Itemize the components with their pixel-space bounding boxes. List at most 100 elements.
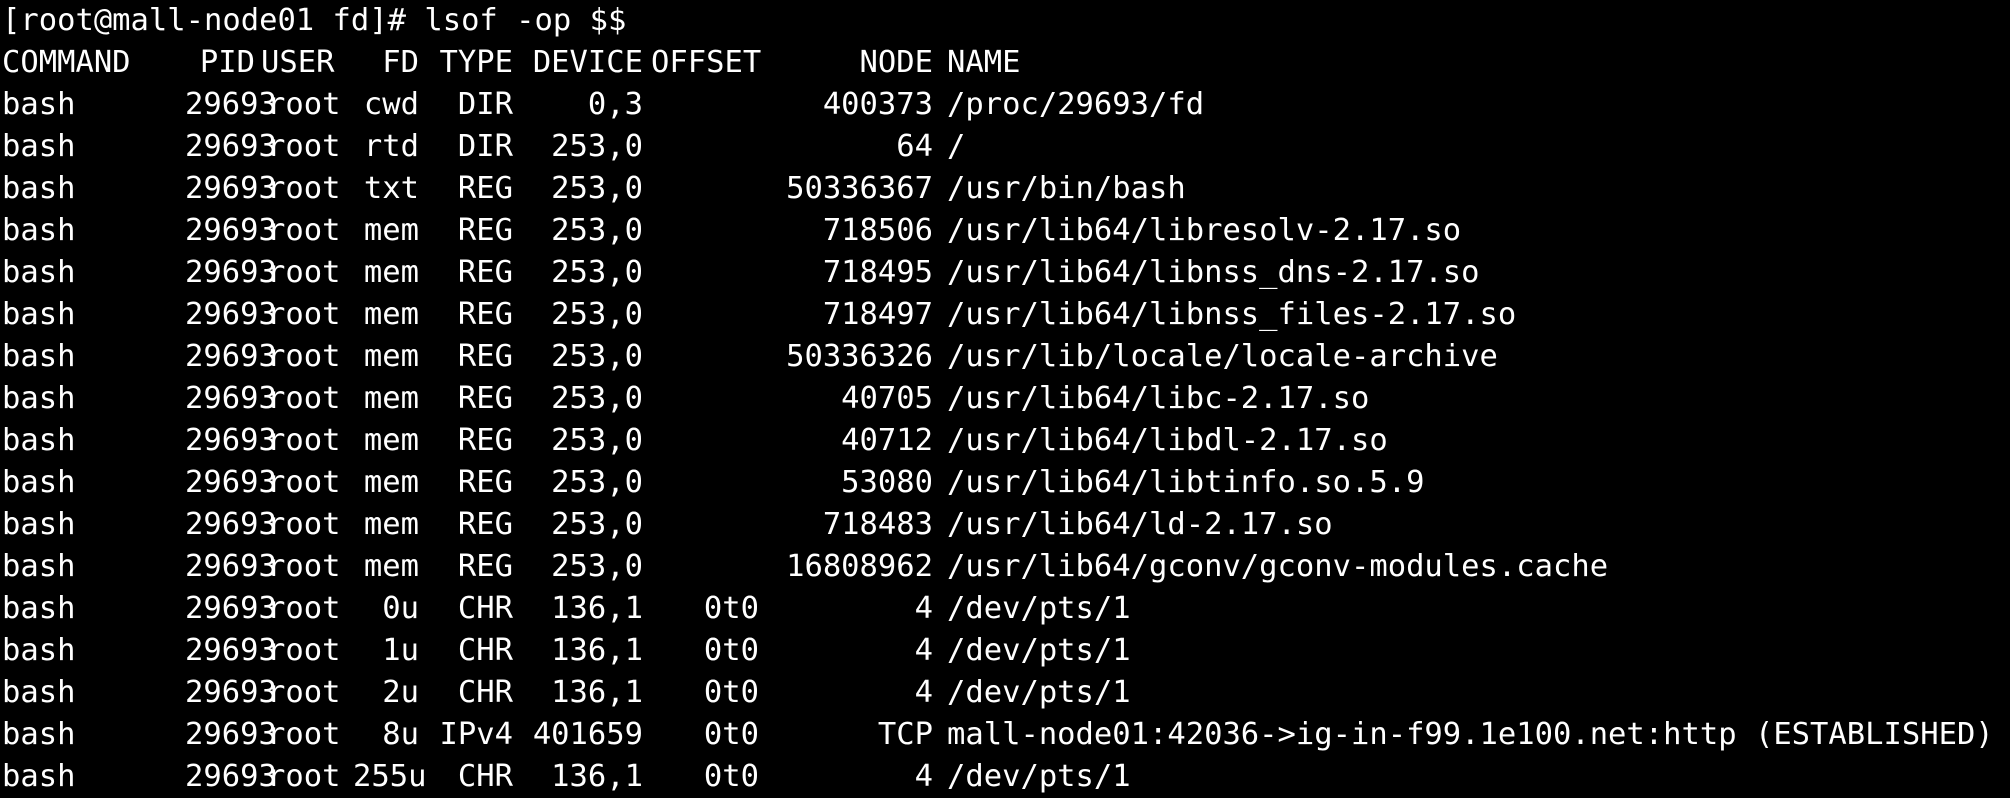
lsof-output-rows: bash 29693 root cwd DIR 0,3 400373/proc/29693/… <box>2 84 2010 798</box>
cell-offset: 0t0 <box>703 633 759 668</box>
cell-fd: mem <box>363 213 419 248</box>
cell-command: bash <box>2 87 76 122</box>
cell-command: bash <box>2 675 76 710</box>
table-row: bash 29693 root mem REG 253,0 40712/usr/lib64/… <box>2 420 2010 462</box>
cell-name: /usr/lib64/libnss_dns-2.17.so <box>947 255 1480 290</box>
cell-type: REG <box>457 507 513 542</box>
cell-fd: mem <box>363 255 419 290</box>
cell-type: REG <box>457 297 513 332</box>
cell-command: bash <box>2 381 76 416</box>
cell-user: root <box>267 507 341 542</box>
cell-device: 136,1 <box>551 675 643 710</box>
header-command: COMMAND <box>2 45 131 80</box>
cell-pid: 29693 <box>185 717 277 752</box>
cell-command: bash <box>2 213 76 248</box>
cell-node: 718483 <box>822 507 933 542</box>
cell-user: root <box>267 675 341 710</box>
cell-type: IPv4 <box>439 717 513 752</box>
cell-pid: 29693 <box>185 213 277 248</box>
cell-offset <box>651 126 771 168</box>
cell-fd: mem <box>363 297 419 332</box>
cell-user: root <box>267 423 341 458</box>
cell-device: 253,0 <box>551 465 643 500</box>
cell-pid: 29693 <box>185 549 277 584</box>
table-row: bash 29693 root mem REG 253,0 50336326/usr/lib… <box>2 336 2010 378</box>
cell-offset <box>651 336 771 378</box>
table-row: bash 29693 root 255u CHR 136,1 0t0 4/dev/pts/1 <box>2 756 2010 798</box>
cell-type: REG <box>457 423 513 458</box>
cell-command: bash <box>2 549 76 584</box>
cell-fd: mem <box>363 423 419 458</box>
cell-fd: 1u <box>382 633 419 668</box>
header-name: NAME <box>947 45 1021 80</box>
cell-command: bash <box>2 633 76 668</box>
cell-node: 40705 <box>841 381 933 416</box>
cell-pid: 29693 <box>185 423 277 458</box>
header-offset: OFFSET <box>651 45 762 80</box>
cell-device: 253,0 <box>551 171 643 206</box>
cell-offset: 0t0 <box>703 675 759 710</box>
cell-fd: rtd <box>363 129 419 164</box>
cell-type: REG <box>457 465 513 500</box>
cell-command: bash <box>2 423 76 458</box>
cell-type: CHR <box>457 675 513 710</box>
cell-name: /usr/lib64/libdl-2.17.so <box>947 423 1388 458</box>
cell-command: bash <box>2 339 76 374</box>
cell-offset <box>651 210 771 252</box>
cell-type: REG <box>457 255 513 290</box>
cell-offset: 0t0 <box>703 717 759 752</box>
cell-fd: 2u <box>382 675 419 710</box>
header-fd: FD <box>382 45 419 80</box>
table-row: bash 29693 root 2u CHR 136,1 0t0 4/dev/pts/1 <box>2 672 2010 714</box>
cell-node: 718495 <box>822 255 933 290</box>
cell-node: 4 <box>914 759 933 794</box>
cell-node: 64 <box>896 129 933 164</box>
cell-user: root <box>267 591 341 626</box>
cell-user: root <box>267 549 341 584</box>
cell-command: bash <box>2 171 76 206</box>
cell-user: root <box>267 87 341 122</box>
cell-name: /dev/pts/1 <box>947 591 1131 626</box>
cell-name: /usr/lib64/libtinfo.so.5.9 <box>947 465 1425 500</box>
cell-pid: 29693 <box>185 129 277 164</box>
table-row: bash 29693 root mem REG 253,0 40705/usr/lib64/… <box>2 378 2010 420</box>
table-row: bash 29693 root 1u CHR 136,1 0t0 4/dev/pts/1 <box>2 630 2010 672</box>
cell-offset <box>651 378 771 420</box>
cell-node: 4 <box>914 591 933 626</box>
cell-device: 0,3 <box>587 87 643 122</box>
cell-pid: 29693 <box>185 297 277 332</box>
table-row: bash 29693 root 8u IPv4 401659 0t0 TCP mall-node… <box>2 714 2010 756</box>
cell-fd: mem <box>363 507 419 542</box>
cell-type: CHR <box>457 759 513 794</box>
cell-offset <box>651 252 771 294</box>
cell-name: /proc/29693/fd <box>947 87 1205 122</box>
cell-offset <box>651 546 771 588</box>
cell-user: root <box>267 213 341 248</box>
cell-fd: 255u <box>353 759 427 794</box>
cell-command: bash <box>2 465 76 500</box>
table-row: bash 29693 root mem REG 253,0 718497/usr/lib64… <box>2 294 2010 336</box>
cell-offset <box>651 294 771 336</box>
cell-device: 253,0 <box>551 549 643 584</box>
table-row: bash 29693 root txt REG 253,0 50336367/usr/bin… <box>2 168 2010 210</box>
cell-type: CHR <box>457 633 513 668</box>
cell-name: /dev/pts/1 <box>947 633 1131 668</box>
cell-command: bash <box>2 129 76 164</box>
cell-user: root <box>267 633 341 668</box>
cell-device: 253,0 <box>551 129 643 164</box>
cell-pid: 29693 <box>185 381 277 416</box>
header-user: USER <box>261 45 335 80</box>
cell-device: 253,0 <box>551 423 643 458</box>
cell-node: 4 <box>914 633 933 668</box>
cell-pid: 29693 <box>185 633 277 668</box>
cell-fd: 0u <box>382 591 419 626</box>
cell-device: 253,0 <box>551 381 643 416</box>
cell-type: REG <box>457 339 513 374</box>
header-pid: PID <box>199 45 255 80</box>
cell-node: 50336326 <box>786 339 933 374</box>
terminal-window[interactable]: [root@mall-node01 fd]# lsof -op $$ COMMA… <box>0 0 2010 796</box>
cell-pid: 29693 <box>185 339 277 374</box>
cell-device: 401659 <box>532 717 643 752</box>
cell-name: /usr/lib64/libc-2.17.so <box>947 381 1370 416</box>
cell-user: root <box>267 171 341 206</box>
